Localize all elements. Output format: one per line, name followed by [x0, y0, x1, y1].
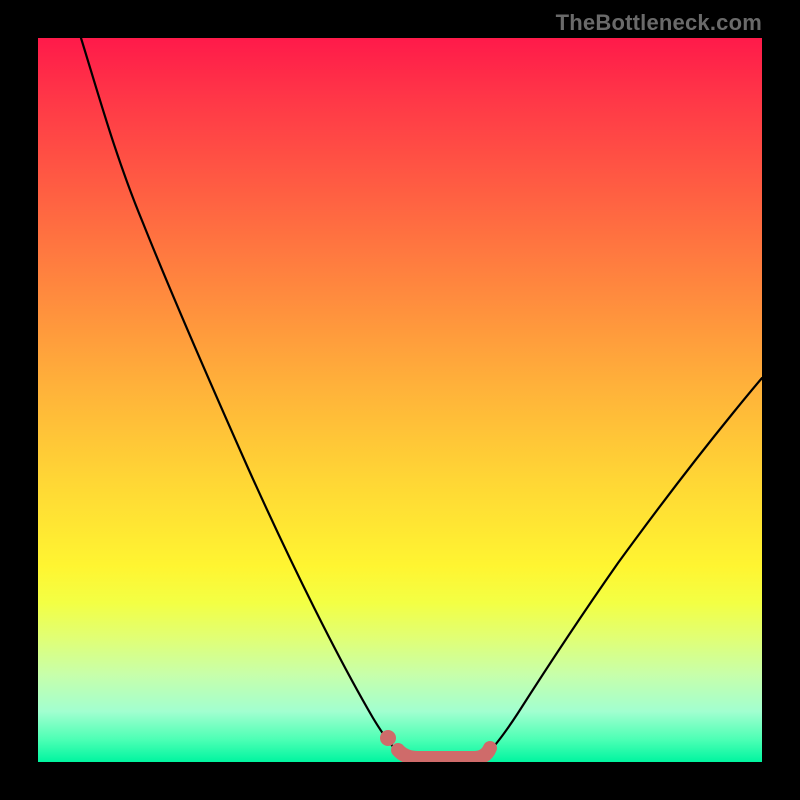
- chart-svg: [38, 38, 762, 762]
- right-curve: [487, 378, 762, 754]
- chart-frame: TheBottleneck.com: [0, 0, 800, 800]
- watermark-text: TheBottleneck.com: [556, 10, 762, 36]
- left-curve: [81, 38, 400, 754]
- plot-area: [38, 38, 762, 762]
- bottleneck-marker: [398, 748, 490, 758]
- marker-dot: [380, 730, 396, 746]
